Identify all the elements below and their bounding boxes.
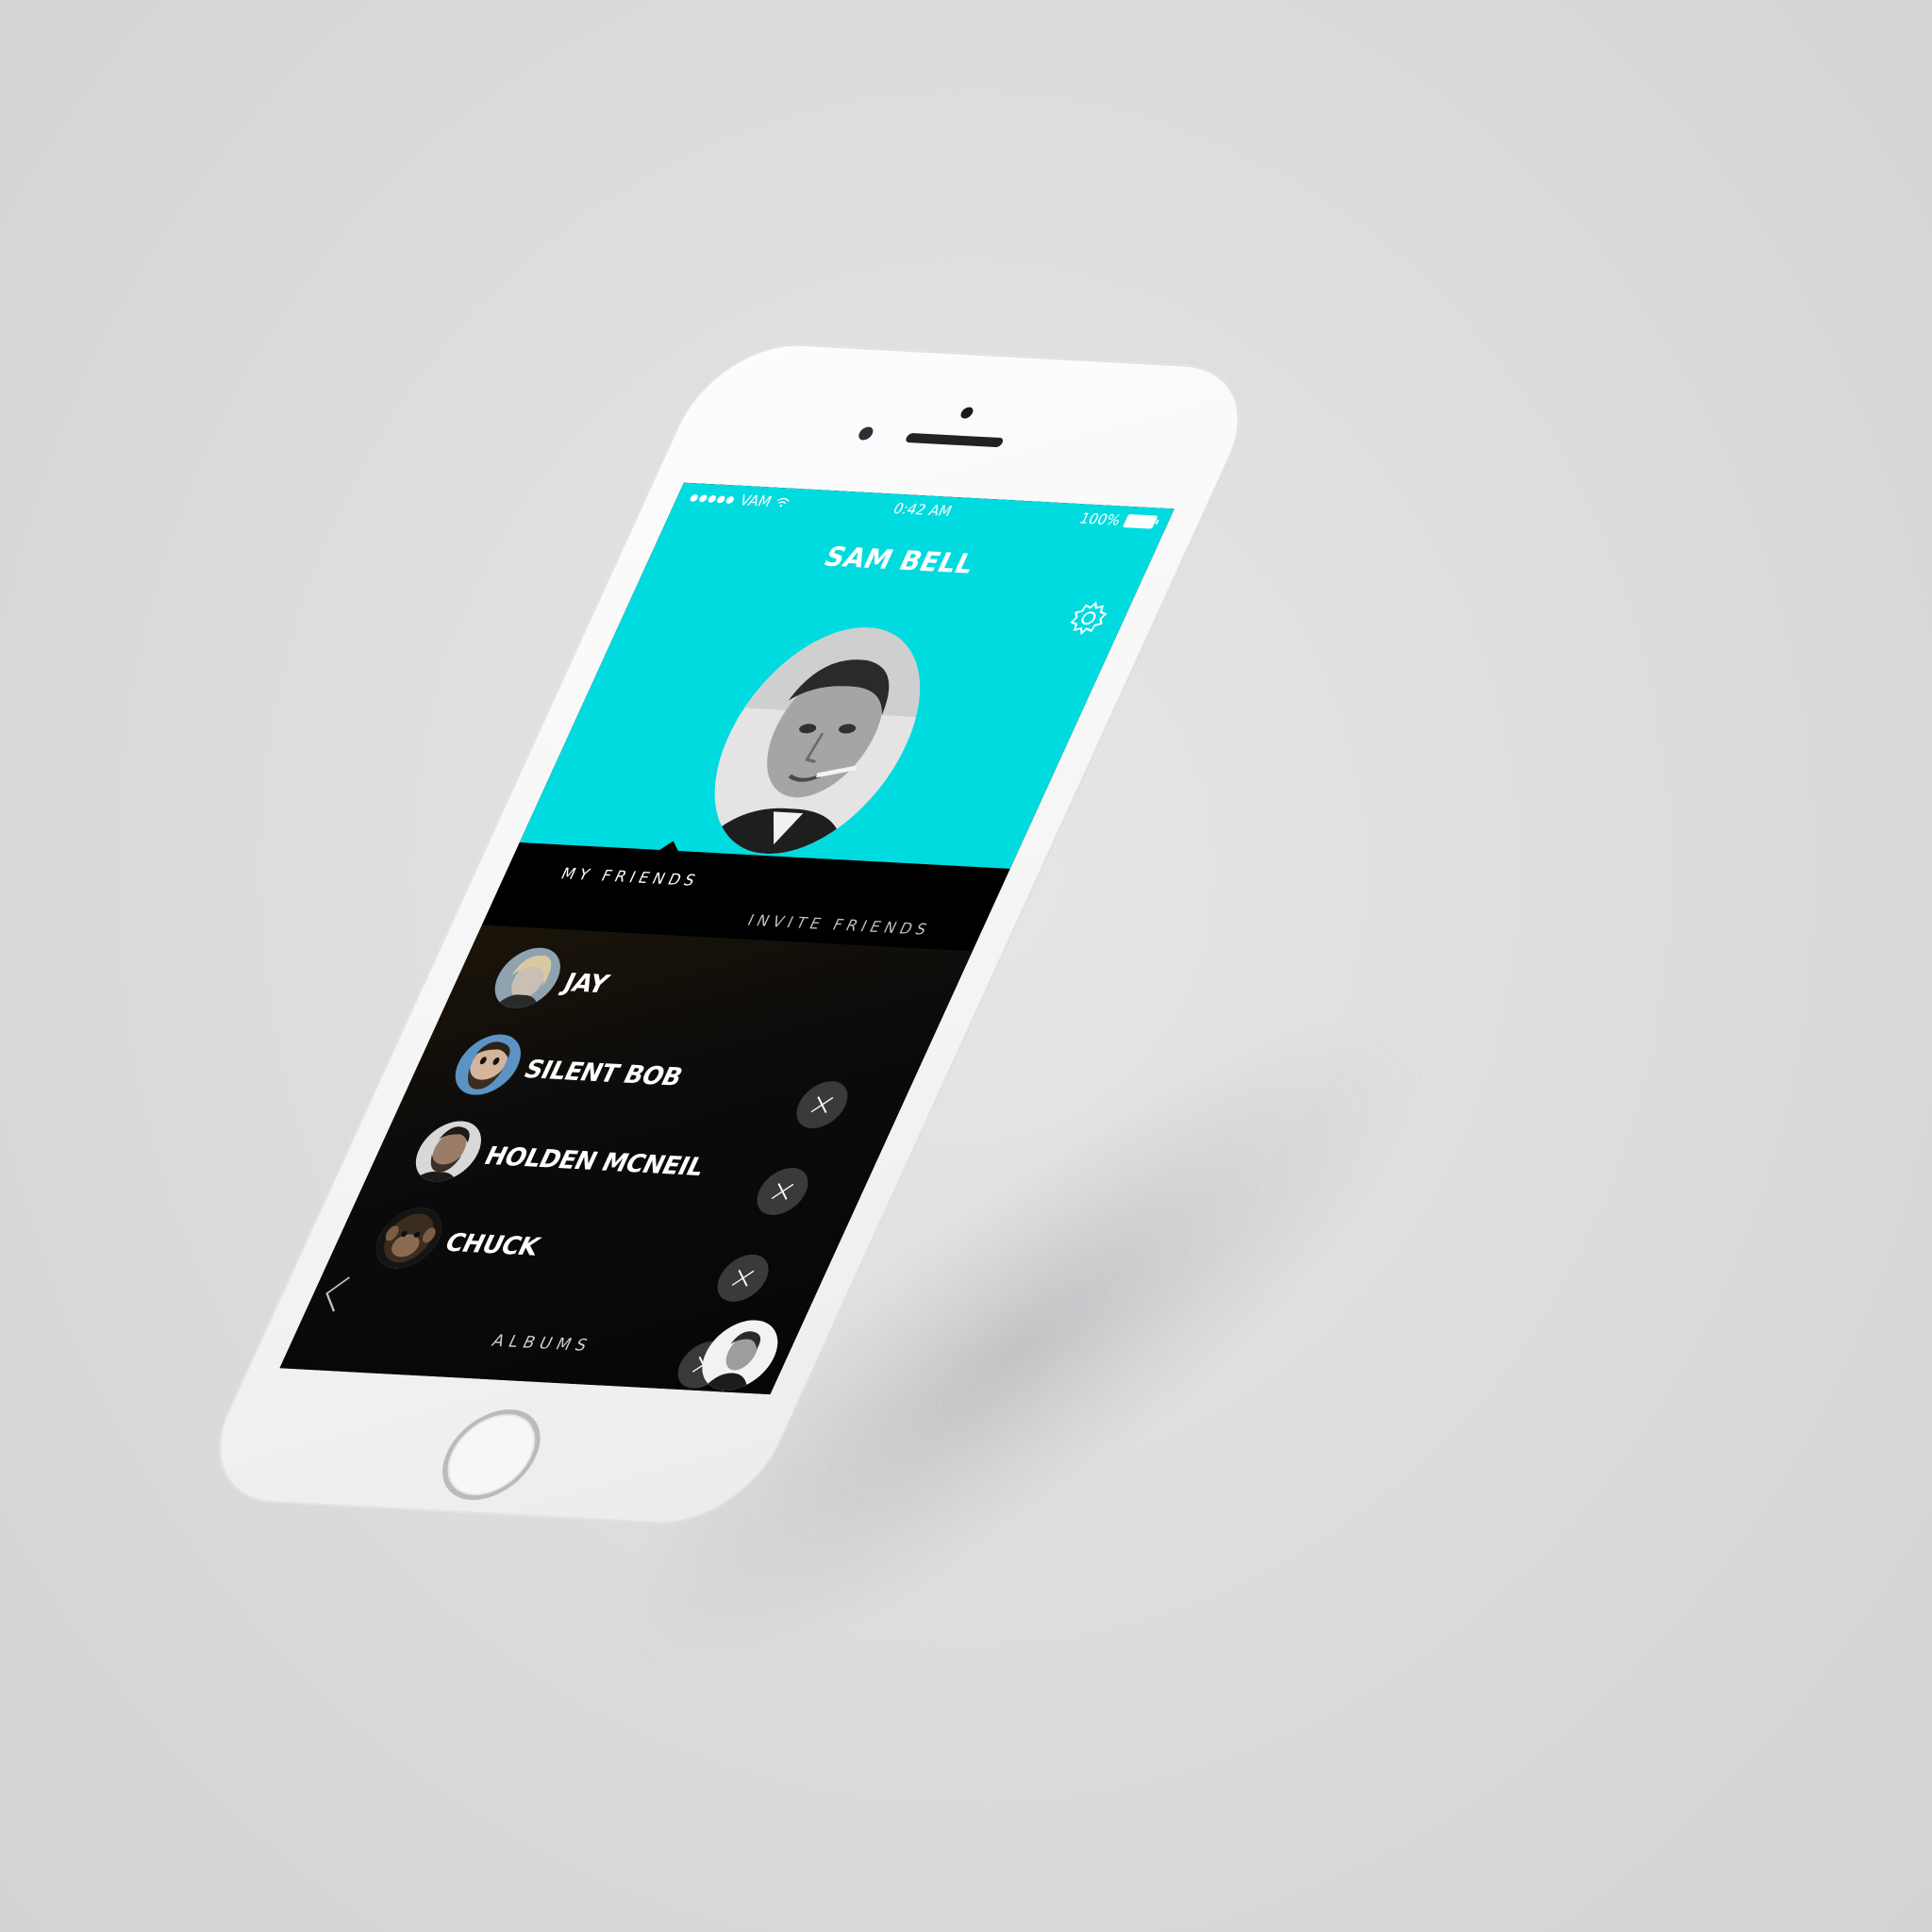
remove-friend-button[interactable] [708, 1253, 777, 1304]
close-icon [731, 1269, 755, 1287]
avatar-image [444, 1032, 532, 1097]
battery-percent: 100% [1076, 509, 1124, 529]
list-item[interactable]: JAY [439, 944, 963, 1046]
proximity-sensor [958, 407, 975, 419]
remove-friend-button[interactable] [748, 1166, 817, 1217]
list-item[interactable]: HOLDEN MCNEIL [359, 1118, 884, 1220]
list-item[interactable]: SILENT BOB [399, 1031, 924, 1133]
avatar-image [365, 1206, 453, 1270]
friend-name: CHUCK [440, 1228, 544, 1262]
avatar-image [405, 1119, 492, 1184]
close-icon [810, 1096, 834, 1114]
avatar-image [484, 946, 572, 1010]
avatar [365, 1206, 453, 1270]
home-button[interactable] [426, 1407, 557, 1503]
avatar [484, 946, 572, 1010]
avatar [405, 1119, 492, 1184]
remove-friend-button[interactable] [788, 1079, 857, 1130]
avatar [444, 1032, 532, 1097]
close-icon [771, 1183, 794, 1200]
mockup-stage: ●●●●● VAM 0:42 AM 100% SAM BELL MY FRIEN… [0, 0, 1932, 1932]
front-camera [856, 426, 875, 441]
list-item[interactable]: CHUCK [320, 1205, 844, 1307]
battery-info: 100% [1076, 509, 1158, 530]
friend-name: HOLDEN MCNEIL [479, 1141, 709, 1182]
earpiece-speaker [904, 432, 1005, 448]
battery-icon [1122, 513, 1158, 529]
friend-name: JAY [558, 968, 613, 1000]
friend-name: SILENT BOB [519, 1055, 688, 1092]
